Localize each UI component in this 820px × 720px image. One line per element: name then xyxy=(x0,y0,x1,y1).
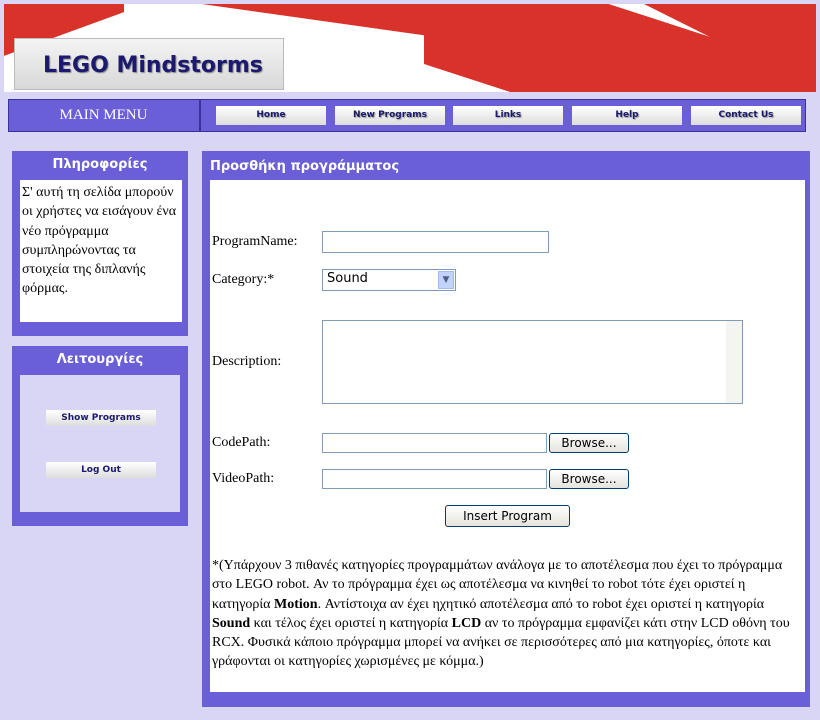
category-select[interactable]: Sound ▼ xyxy=(322,269,456,291)
logo-text: LEGO Mindstorms xyxy=(43,53,263,78)
chevron-down-icon[interactable]: ▼ xyxy=(438,271,454,289)
codepath-label: CodePath: xyxy=(212,435,271,450)
category-note: *(Υπάρχουν 3 πιθανές κατηγορίες προγραμμ… xyxy=(212,556,802,672)
category-selected-value: Sound xyxy=(327,271,368,286)
note-motion: Motion xyxy=(274,596,318,612)
category-label: Category:* xyxy=(212,272,275,287)
info-title: Πληροφορίες xyxy=(52,157,148,172)
note-text: . Αντίστοιχα αν έχει ηχητικό αποτέλεσμα … xyxy=(317,596,765,612)
program-name-label: ProgramName: xyxy=(212,234,298,249)
codepath-input[interactable] xyxy=(322,433,547,453)
description-textarea[interactable] xyxy=(322,320,743,404)
nav-links[interactable]: Links xyxy=(453,106,563,125)
info-text: Σ' αυτή τη σελίδα μπορούν οι χρήστες να … xyxy=(20,180,182,322)
form-title: Προσθήκη προγράμματος xyxy=(210,159,400,174)
nav-help[interactable]: Help xyxy=(572,106,682,125)
program-name-input[interactable] xyxy=(322,231,549,253)
note-lcd: LCD xyxy=(451,615,482,631)
videopath-input[interactable] xyxy=(322,469,547,489)
functions-inner xyxy=(20,375,180,512)
nav-home[interactable]: Home xyxy=(216,106,326,125)
codepath-browse-button[interactable]: Browse... xyxy=(549,433,629,453)
videopath-label: VideoPath: xyxy=(212,471,275,486)
nav-new-programs[interactable]: New Programs xyxy=(335,106,445,125)
note-text: και τέλος έχει οριστεί η κατηγορία xyxy=(250,615,452,631)
videopath-browse-button[interactable]: Browse... xyxy=(549,469,629,489)
logo: LEGO Mindstorms xyxy=(14,38,284,90)
scrollbar[interactable] xyxy=(726,321,742,403)
log-out-button[interactable]: Log Out xyxy=(46,462,156,478)
insert-program-button[interactable]: Insert Program xyxy=(445,505,570,527)
main-menu-label: MAIN MENU xyxy=(8,99,201,132)
functions-title: Λειτουργίες xyxy=(56,352,144,367)
description-label: Description: xyxy=(212,354,282,369)
note-sound: Sound xyxy=(212,615,251,631)
show-programs-button[interactable]: Show Programs xyxy=(46,410,156,426)
nav-contact-us[interactable]: Contact Us xyxy=(691,106,801,125)
